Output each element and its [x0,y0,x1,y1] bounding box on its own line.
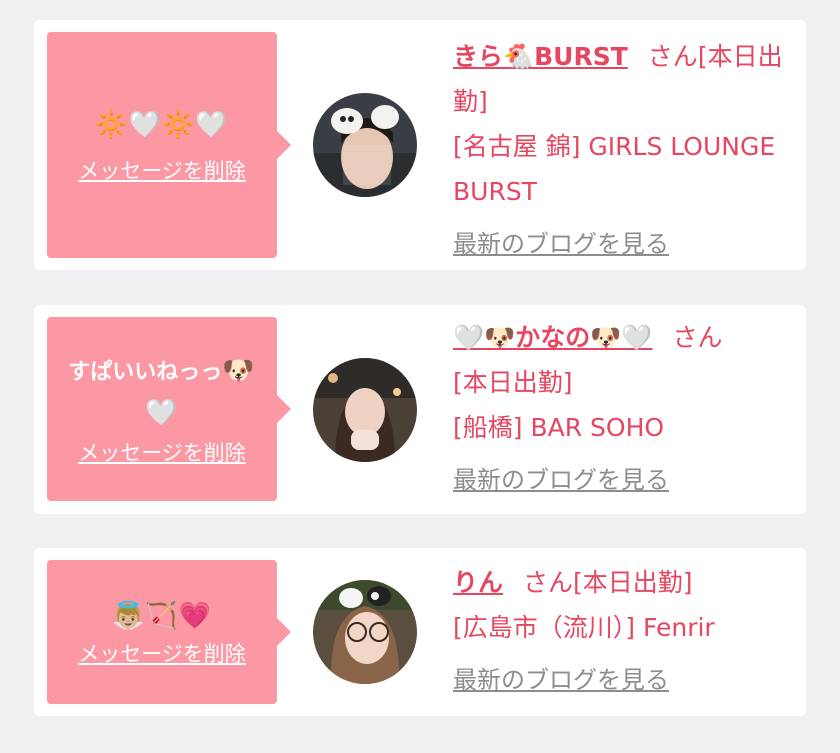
message-bubble: 👼🏼🏹💗 メッセージを削除 [47,560,291,704]
author-name-link[interactable]: 🤍🐶かなの🐶🤍 [453,323,653,352]
avatar[interactable] [313,580,417,684]
shop-name: [広島市（流川）] Fenrir [453,613,715,642]
avatar[interactable] [313,93,417,197]
author-line: きら🐔BURST さん[本日出勤] [453,34,792,124]
message-bubble: すぱいいねっっ🐶🤍 メッセージを削除 [47,317,291,501]
honorific: さん [672,323,723,352]
avatar[interactable] [313,358,417,462]
delete-message-link[interactable]: メッセージを削除 [78,437,246,467]
post-info: りん さん[本日出勤] [広島市（流川）] Fenrir 最新のブログを見る [453,560,792,703]
message-body: すぱいいねっっ [68,360,223,385]
shop-name: [船橋] BAR SOHO [453,413,665,442]
delete-message-link[interactable]: メッセージを削除 [78,155,246,185]
message-card: すぱいいねっっ🐶🤍 メッセージを削除 🤍🐶かなの🐶🤍 さん [本日出勤] [船橋]… [34,305,806,514]
honorific: さん [647,42,698,71]
message-bubble: 🔆🤍🔆🤍 メッセージを削除 [47,32,291,258]
post-info: 🤍🐶かなの🐶🤍 さん [本日出勤] [船橋] BAR SOHO 最新のブログを見る [453,315,792,503]
status-text: [本日出勤] [573,568,693,597]
author-name-link[interactable]: きら🐔BURST [453,42,628,71]
message-text: すぱいいねっっ🐶🤍 [55,351,269,435]
status-text: [本日出勤] [453,368,573,397]
message-text: 👼🏼🏹💗 [112,596,212,638]
post-info: きら🐔BURST さん[本日出勤] [名古屋 錦] GIRLS LOUNGE BU… [453,34,792,267]
avatar-photo [313,358,417,462]
message-text: 🔆🤍🔆🤍 [95,105,229,147]
message-emoji: 👼🏼🏹💗 [111,601,213,631]
avatar-photo [313,93,417,197]
message-card: 👼🏼🏹💗 メッセージを削除 りん さん[本日出勤] [広島市（流川）] Fenri [34,548,806,716]
delete-message-link[interactable]: メッセージを削除 [78,638,246,668]
shop-name: [名古屋 錦] GIRLS LOUNGE BURST [453,132,776,206]
latest-blog-link[interactable]: 最新のブログを見る [453,458,669,503]
latest-blog-link[interactable]: 最新のブログを見る [453,222,669,267]
avatar-photo [313,580,417,684]
author-line: 🤍🐶かなの🐶🤍 さん [453,315,792,360]
author-line: りん さん[本日出勤] [453,560,792,605]
author-name-link[interactable]: りん [453,568,503,597]
message-card: 🔆🤍🔆🤍 メッセージを削除 きら🐔BURSTさん[本日出勤] [名古屋 錦] [34,20,806,270]
message-list: 🔆🤍🔆🤍 メッセージを削除 きら🐔BURSTさん[本日出勤] [名古屋 錦] [0,0,840,753]
honorific: さん [523,568,574,597]
message-emoji: 🔆🤍🔆🤍 [95,110,229,140]
latest-blog-link[interactable]: 最新のブログを見る [453,658,669,703]
